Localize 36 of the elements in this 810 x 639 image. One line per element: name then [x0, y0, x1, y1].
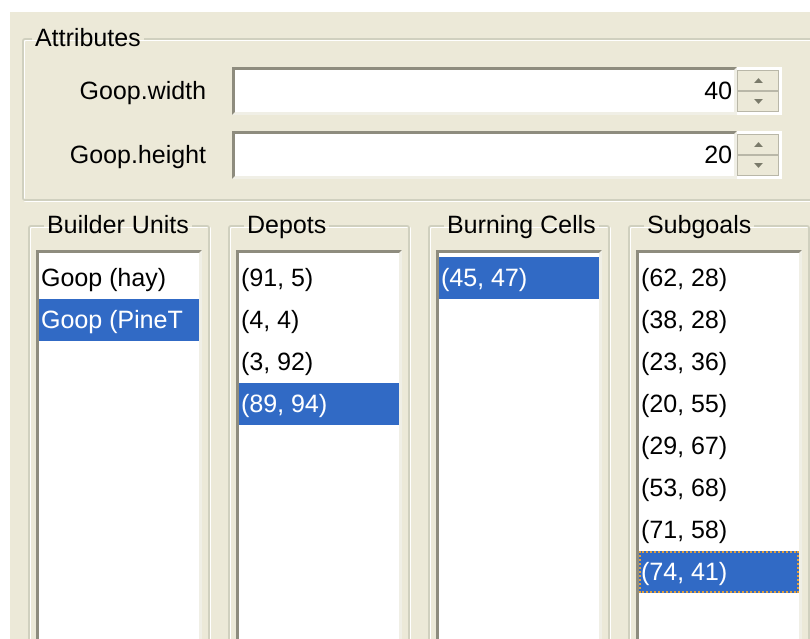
- list-item[interactable]: (45, 47): [439, 257, 599, 299]
- spin-up-button[interactable]: [737, 134, 779, 155]
- list-item[interactable]: (3, 92): [239, 341, 399, 383]
- number-field[interactable]: 40: [232, 67, 737, 115]
- list-item[interactable]: (29, 67): [639, 425, 799, 467]
- spin-up-button[interactable]: [737, 70, 779, 91]
- list-item[interactable]: (62, 28): [639, 257, 799, 299]
- list-box[interactable]: (62, 28) (38, 28) (23, 36) (20, 55) (29, 67) (53, 68) (71, 58) (74, 41): [636, 250, 802, 639]
- field-label: Goop.width: [78, 76, 206, 106]
- list-item[interactable]: (20, 55): [639, 383, 799, 425]
- list-item[interactable]: (4, 4): [239, 299, 399, 341]
- group-title: Depots: [246, 211, 328, 240]
- list-item[interactable]: Goop (hay): [39, 257, 199, 299]
- spin-down-button[interactable]: [737, 155, 779, 176]
- up-arrow-icon: [754, 78, 762, 83]
- list-item[interactable]: (38, 28): [639, 299, 799, 341]
- group-title: Builder Units: [46, 211, 190, 240]
- number-field[interactable]: 20: [232, 131, 737, 179]
- up-arrow-icon: [754, 142, 762, 147]
- list-item[interactable]: (23, 36): [639, 341, 799, 383]
- list-box[interactable]: (45, 47): [436, 250, 602, 639]
- group-title: Burning Cells: [446, 211, 597, 240]
- down-arrow-icon: [754, 163, 762, 168]
- list-item[interactable]: (74, 41): [639, 551, 799, 593]
- spin-down-button[interactable]: [737, 91, 779, 112]
- list-item[interactable]: (71, 58): [639, 509, 799, 551]
- list-item[interactable]: (53, 68): [639, 467, 799, 509]
- list-box[interactable]: (91, 5) (4, 4) (3, 92) (89, 94): [236, 250, 402, 639]
- group-title: Attributes: [34, 24, 142, 53]
- list-box[interactable]: Goop (hay) Goop (PineT: [36, 250, 202, 639]
- list-item[interactable]: Goop (PineT: [39, 299, 199, 341]
- list-item[interactable]: (91, 5): [239, 257, 399, 299]
- group-title: Subgoals: [646, 211, 752, 240]
- list-item[interactable]: (89, 94): [239, 383, 399, 425]
- down-arrow-icon: [754, 99, 762, 104]
- field-label: Goop.height: [68, 140, 206, 170]
